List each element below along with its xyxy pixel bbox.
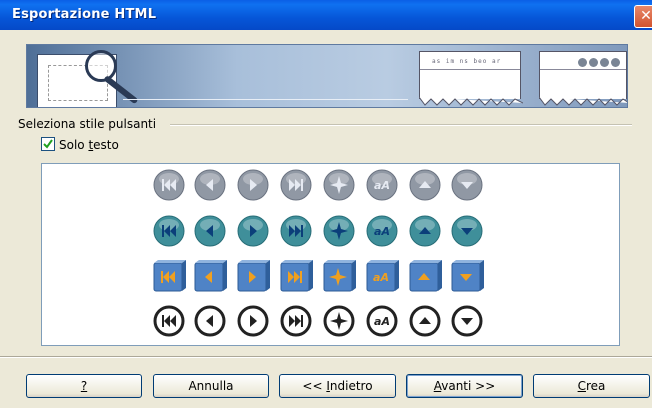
style-black-outline-next-icon[interactable] xyxy=(237,305,269,337)
title-bar: Esportazione HTML ✕ xyxy=(0,0,652,30)
style-teal-gradient-previous-icon[interactable] xyxy=(194,215,226,247)
ticket-illustration: as im ns beo ar xyxy=(419,51,523,106)
style-gray-gradient-navigator-icon[interactable] xyxy=(323,169,355,201)
text-only-checkbox[interactable] xyxy=(41,137,55,151)
close-icon: ✕ xyxy=(640,8,652,24)
style-blue-cube-orange-arrows-previous-icon[interactable] xyxy=(194,260,227,292)
style-teal-gradient-next-icon[interactable] xyxy=(237,215,269,247)
style-teal-gradient-last-icon[interactable] xyxy=(280,215,312,247)
style-blue-cube-orange-arrows-first-icon[interactable] xyxy=(153,260,186,292)
cancel-button[interactable]: Annulla xyxy=(153,374,269,398)
style-gray-gradient-next-icon[interactable] xyxy=(237,169,269,201)
magnifier-icon xyxy=(85,50,117,82)
style-black-outline-text-aA-icon[interactable]: aA xyxy=(366,305,398,337)
next-button[interactable]: Avanti >> xyxy=(406,374,523,398)
create-button[interactable]: Crea xyxy=(533,374,650,398)
wizard-banner: as im ns beo ar xyxy=(26,44,628,108)
style-gray-gradient-last-icon[interactable] xyxy=(280,169,312,201)
style-gray-gradient-up-icon[interactable] xyxy=(409,169,441,201)
button-style-list[interactable]: aA aA aA aA xyxy=(41,163,620,346)
style-black-outline-down-icon[interactable] xyxy=(451,305,483,337)
close-button[interactable]: ✕ xyxy=(634,5,652,28)
button-style-grid: aA aA aA aA xyxy=(153,169,484,337)
style-teal-gradient-down-icon[interactable] xyxy=(451,215,483,247)
footer-separator xyxy=(0,356,652,358)
style-gray-gradient-down-icon[interactable] xyxy=(451,169,483,201)
style-black-outline-last-icon[interactable] xyxy=(280,305,312,337)
help-button[interactable]: ? xyxy=(26,374,142,398)
style-gray-gradient-previous-icon[interactable] xyxy=(194,169,226,201)
text-only-label: Solo testo xyxy=(59,138,119,152)
style-black-outline-navigator-icon[interactable] xyxy=(323,305,355,337)
style-blue-cube-orange-arrows-up-icon[interactable] xyxy=(409,260,442,292)
style-black-outline-previous-icon[interactable] xyxy=(194,305,226,337)
svg-text:aA: aA xyxy=(374,179,390,192)
svg-text:aA: aA xyxy=(374,225,390,238)
text-only-option[interactable]: Solo testo xyxy=(41,137,119,152)
banner-line xyxy=(123,99,408,100)
window-title: Esportazione HTML xyxy=(12,7,157,22)
style-blue-cube-orange-arrows-text-aA-icon[interactable]: aA xyxy=(366,260,399,292)
style-blue-cube-orange-arrows-down-icon[interactable] xyxy=(451,260,484,292)
style-blue-cube-orange-arrows-navigator-icon[interactable] xyxy=(323,260,356,292)
back-button[interactable]: << Indietro xyxy=(279,374,396,398)
section-label: Seleziona stile pulsanti xyxy=(18,117,157,131)
style-blue-cube-orange-arrows-next-icon[interactable] xyxy=(237,260,270,292)
svg-text:aA: aA xyxy=(373,271,389,284)
style-black-outline-first-icon[interactable] xyxy=(153,305,185,337)
style-teal-gradient-first-icon[interactable] xyxy=(153,215,185,247)
style-gray-gradient-text-aA-icon[interactable]: aA xyxy=(366,169,398,201)
style-teal-gradient-text-aA-icon[interactable]: aA xyxy=(366,215,398,247)
section-divider xyxy=(170,124,632,126)
style-blue-cube-orange-arrows-last-icon[interactable] xyxy=(280,260,313,292)
style-teal-gradient-navigator-icon[interactable] xyxy=(323,215,355,247)
style-teal-gradient-up-icon[interactable] xyxy=(409,215,441,247)
style-gray-gradient-first-icon[interactable] xyxy=(153,169,185,201)
ticket-text: as im ns beo ar xyxy=(432,58,502,65)
svg-text:aA: aA xyxy=(374,315,390,328)
style-black-outline-up-icon[interactable] xyxy=(409,305,441,337)
ticket-illustration-buttons xyxy=(539,51,627,106)
